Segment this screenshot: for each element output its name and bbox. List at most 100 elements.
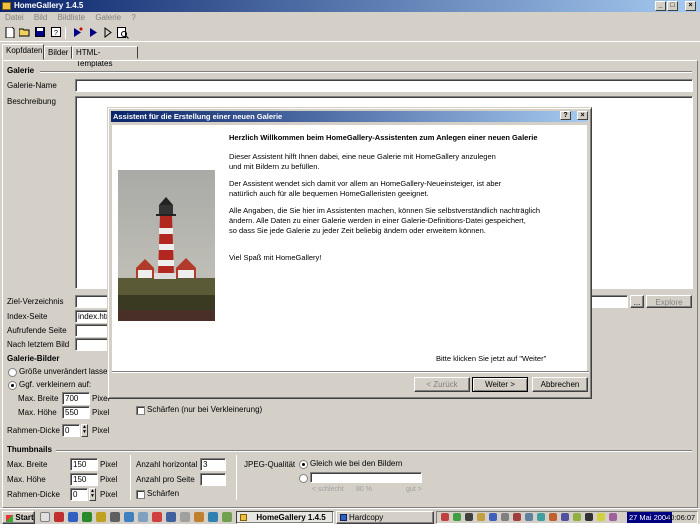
bilder-rahmen-field[interactable]: 0	[62, 424, 80, 437]
taskbar-homegallery[interactable]: HomeGallery 1.4.5	[236, 511, 334, 524]
thumb-rahmen-label: Rahmen-Dicke	[7, 490, 60, 499]
wizard-help-button[interactable]: ?	[560, 111, 571, 120]
thumb-rahmen-spinner[interactable]: ▲ ▼	[89, 488, 96, 501]
bilder-rahmen-spinner[interactable]: ▲ ▼	[81, 424, 88, 437]
tab-bilder[interactable]: Bilder	[44, 46, 72, 59]
quick-launch-icon[interactable]	[222, 512, 232, 522]
quick-launch-icon[interactable]	[180, 512, 190, 522]
start-button[interactable]: Start	[2, 511, 35, 524]
tray-icon[interactable]	[525, 513, 533, 521]
window-title-bar[interactable]: HomeGallery 1.4.5	[0, 0, 700, 12]
index-seite-label: Index-Seite	[7, 312, 48, 321]
wizard-close-button[interactable]: ×	[577, 111, 588, 120]
radio-shrink-label: Ggf. verkleinern auf:	[19, 380, 92, 389]
desktop-icon[interactable]	[40, 512, 50, 522]
tray-icon[interactable]	[537, 513, 545, 521]
tray-icon[interactable]	[561, 513, 569, 521]
thumb-max-breite-unit: Pixel	[100, 460, 118, 469]
toolbar-separator	[65, 27, 66, 39]
thumb-rahmen-field[interactable]: 0	[70, 488, 88, 501]
browse-button[interactable]: ...	[630, 295, 644, 308]
tray-icon[interactable]	[573, 513, 581, 521]
open-icon[interactable]	[18, 27, 31, 39]
tray-icon[interactable]	[597, 513, 605, 521]
quick-launch-icon[interactable]	[82, 512, 92, 522]
folder-icon[interactable]	[96, 512, 106, 522]
thumb-max-breite-field[interactable]: 150	[70, 458, 98, 471]
new-icon[interactable]	[4, 26, 16, 39]
maximize-button[interactable]: □	[667, 1, 678, 11]
wizard-title-bar[interactable]: Assistent für die Erstellung einer neuen…	[111, 111, 588, 122]
menu-galerie[interactable]: Galerie	[95, 13, 121, 22]
wizard-back-button[interactable]: < Zurück	[414, 377, 470, 392]
close-button[interactable]: ×	[685, 1, 696, 11]
tab-html-templates[interactable]: HTML-Templates	[72, 46, 138, 68]
minimize-button[interactable]: _	[655, 1, 666, 11]
play-icon[interactable]	[87, 27, 99, 39]
app-title: HomeGallery 1.4.5	[14, 1, 84, 10]
tray-icon[interactable]	[513, 513, 521, 521]
tray-icon[interactable]	[585, 513, 593, 521]
nach-letztem-bild-label: Nach letztem Bild	[7, 340, 70, 349]
radio-size-unchanged[interactable]	[8, 368, 17, 377]
quick-launch-icon[interactable]	[152, 512, 162, 522]
explore-button[interactable]: Explore	[646, 295, 692, 308]
bilder-schaerfen-checkbox[interactable]	[136, 406, 145, 415]
quick-launch-icon[interactable]	[194, 512, 204, 522]
taskbar-hardcopy[interactable]: Hardcopy	[336, 511, 434, 524]
save-icon[interactable]	[34, 27, 46, 39]
anzahl-pro-seite-field[interactable]	[200, 473, 226, 486]
wizard-cancel-button[interactable]: Abbrechen	[532, 377, 588, 392]
quick-launch-icon[interactable]	[138, 512, 148, 522]
wizard-separator	[112, 371, 589, 373]
menu-help[interactable]: ?	[131, 13, 135, 22]
tray-clock[interactable]: 10:06:07	[666, 512, 695, 523]
anzahl-horizontal-field[interactable]: 3	[200, 458, 226, 471]
lighthouse-image	[118, 170, 215, 321]
quick-launch-icon[interactable]	[166, 512, 176, 522]
bilder-max-breite-field[interactable]: 700	[62, 392, 90, 405]
section-galerie-bilder-title: Galerie-Bilder	[7, 354, 60, 363]
browser-icon[interactable]	[68, 512, 78, 522]
bilder-rahmen-unit: Pixel	[92, 426, 110, 435]
step-icon[interactable]	[102, 27, 114, 39]
radio-shrink[interactable]	[8, 381, 17, 390]
quick-launch-icon[interactable]	[110, 512, 120, 522]
tray-icon[interactable]	[609, 513, 617, 521]
tray-icon[interactable]	[465, 513, 473, 521]
wizard-paragraph-1b: und mit Bildern zu befüllen.	[229, 162, 320, 171]
tray-icon[interactable]	[441, 513, 449, 521]
tray-icon[interactable]	[489, 513, 497, 521]
wizard-paragraph-3a: Alle Angaben, die Sie hier im Assistente…	[229, 206, 541, 215]
wizard-paragraph-1a: Dieser Assistent hilft Ihnen dabei, eine…	[229, 152, 496, 161]
galerie-name-field[interactable]	[75, 79, 693, 92]
quick-launch-icon[interactable]	[208, 512, 218, 522]
jpeg-quality-slider[interactable]	[310, 472, 422, 483]
start-label: Start	[15, 513, 34, 522]
wizard-dialog: Assistent für die Erstellung einer neuen…	[107, 107, 592, 399]
help-icon[interactable]: ?	[50, 27, 62, 39]
wizard-next-button[interactable]: Weiter >	[472, 377, 528, 392]
menu-bild[interactable]: Bild	[34, 13, 47, 22]
thumb-max-hoehe-field[interactable]: 150	[70, 473, 98, 486]
menu-datei[interactable]: Datei	[5, 13, 24, 22]
tray-icon[interactable]	[501, 513, 509, 521]
run-wizard-icon[interactable]	[71, 27, 83, 39]
jpeg-same-radio[interactable]	[299, 460, 308, 469]
thumb-schaerfen-checkbox[interactable]	[136, 490, 145, 499]
vertical-divider	[130, 455, 131, 500]
tab-kopfdaten[interactable]: Kopfdaten	[2, 44, 44, 60]
menu-bildliste[interactable]: Bildliste	[58, 13, 86, 22]
quick-launch-icon[interactable]	[54, 512, 64, 522]
tray-icon[interactable]	[549, 513, 557, 521]
tray-icon[interactable]	[453, 513, 461, 521]
preview-icon[interactable]	[117, 27, 129, 39]
tray-icon[interactable]	[477, 513, 485, 521]
thumb-schaerfen-label: Schärfen	[147, 489, 180, 498]
wizard-paragraph-2a: Der Assistent wendet sich damit vor alle…	[229, 179, 502, 188]
bilder-max-hoehe-unit: Pixel	[92, 408, 110, 417]
bilder-max-hoehe-field[interactable]: 550	[62, 406, 90, 419]
galerie-name-label: Galerie-Name	[7, 81, 57, 90]
quick-launch-icon[interactable]	[124, 512, 134, 522]
jpeg-custom-radio[interactable]	[299, 474, 308, 483]
